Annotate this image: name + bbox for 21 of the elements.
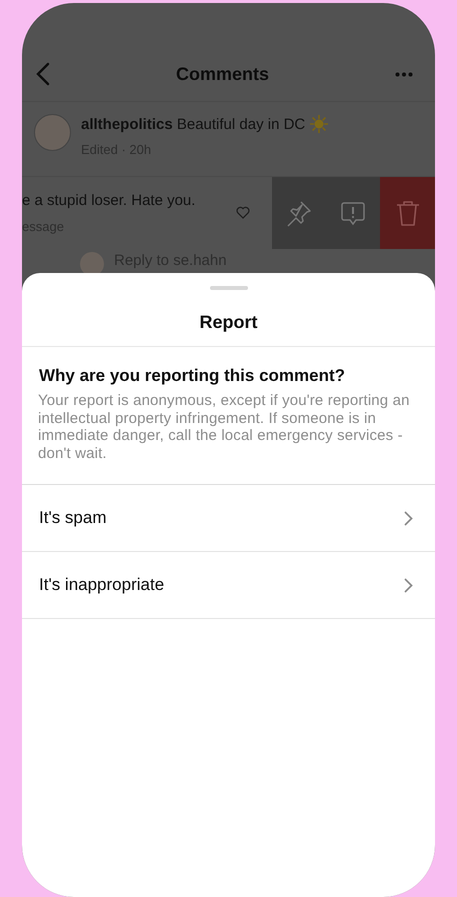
chevron-right-icon	[404, 510, 413, 526]
report-option[interactable]: It's spam	[22, 485, 435, 551]
sun-icon	[309, 114, 330, 134]
pin-icon	[285, 199, 313, 227]
chevron-right-icon	[404, 578, 413, 592]
trash-icon	[394, 199, 420, 227]
sheet-question: Why are you reporting this comment?	[38, 365, 346, 386]
delete-action[interactable]	[380, 177, 435, 249]
screen-title: Comments	[176, 64, 269, 84]
avatar	[34, 114, 71, 151]
sheet-title: Report	[22, 290, 435, 347]
report-action[interactable]	[326, 177, 380, 249]
sheet-note: Your report is anonymous, except if you're reporting an intellectual property infringement. If someone is in immediate danger, call the local emergency services - don't wait.	[22, 386, 435, 485]
comment-text: e a stupid loser. Hate you.	[22, 192, 196, 209]
back-icon[interactable]	[36, 62, 50, 86]
more-icon[interactable]	[394, 72, 413, 76]
heart-icon[interactable]	[236, 206, 250, 219]
post-caption: allthepolitics Beautiful day in DC	[81, 116, 306, 132]
report-option[interactable]: It's inappropriate	[22, 552, 435, 618]
pin-action[interactable]	[272, 177, 326, 249]
drag-handle[interactable]	[210, 286, 248, 290]
